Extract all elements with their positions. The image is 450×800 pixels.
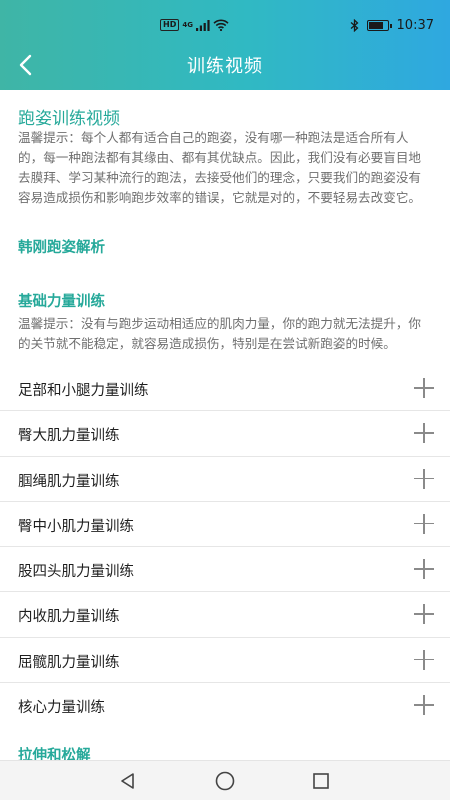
network-indicators: HD 4G [160, 19, 229, 31]
list-item[interactable]: 股四头肌力量训练 [0, 547, 450, 593]
tip-strength: 温馨提示：没有与跑步运动相适应的肌肉力量，你的跑力就无法提升，你的关节就不能稳定… [18, 316, 421, 351]
list-item[interactable]: 屈髋肌力量训练 [0, 638, 450, 684]
list-item-label: 屈髋肌力量训练 [18, 654, 120, 671]
hangang-analysis-link[interactable]: 韩刚跑姿解析 [18, 236, 105, 257]
nav-recent-button[interactable] [308, 769, 334, 793]
list-item[interactable]: 腘绳肌力量训练 [0, 457, 450, 502]
hd-badge: HD [160, 19, 180, 31]
status-bar: HD 4G 10:37 [0, 0, 450, 40]
battery-level [368, 22, 383, 29]
list-item-label: 股四头肌力量训练 [18, 564, 134, 581]
list-item-label: 足部和小腿力量训练 [18, 383, 149, 399]
strength-training-list: 足部和小腿力量训练 臀大肌力量训练 腘绳肌力量训练 臀中小肌力量训练 股四头肌力… [0, 366, 450, 728]
battery-icon [366, 20, 392, 31]
signal-icon [195, 19, 210, 31]
network-type: 4G [182, 21, 193, 29]
plus-icon[interactable] [414, 695, 434, 716]
plus-icon[interactable] [414, 423, 434, 444]
system-nav-bar [0, 760, 450, 800]
list-item[interactable]: 内收肌力量训练 [0, 592, 450, 638]
plus-icon[interactable] [414, 559, 434, 580]
list-item-label: 腘绳肌力量训练 [18, 473, 120, 490]
list-item-label: 内收肌力量训练 [18, 609, 120, 626]
plus-icon[interactable] [414, 378, 434, 398]
back-triangle-icon [121, 773, 134, 789]
list-item[interactable]: 足部和小腿力量训练 [0, 366, 450, 412]
list-item-label: 臀中小肌力量训练 [18, 518, 134, 535]
status-right: 10:37 [350, 18, 434, 33]
plus-icon[interactable] [414, 513, 434, 534]
wifi-icon [213, 19, 229, 31]
list-item[interactable]: 核心力量训练 [0, 683, 450, 728]
list-item[interactable]: 臀中小肌力量训练 [0, 502, 450, 548]
header-bar: 训练视频 [0, 40, 450, 90]
nav-back-button[interactable] [115, 769, 141, 793]
clock: 10:37 [396, 18, 434, 33]
bluetooth-icon [350, 19, 359, 32]
list-item-label: 臀大肌力量训练 [18, 428, 120, 445]
section-title-running: 跑姿训练视频 [18, 109, 120, 129]
recent-square-icon [313, 773, 329, 789]
section-title-strength: 基础力量训练 [18, 294, 105, 310]
plus-icon[interactable] [414, 604, 434, 625]
page-title: 训练视频 [187, 56, 263, 77]
plus-icon[interactable] [414, 468, 434, 489]
section-title-stretch: 拉伸和松解 [18, 748, 91, 760]
nav-home-button[interactable] [212, 769, 238, 793]
tip-running: 温馨提示：每个人都有适合自己的跑姿，没有哪一种跑法是适合所有人的，每一种跑法都有… [18, 130, 421, 205]
plus-icon[interactable] [414, 649, 434, 670]
home-circle-icon [215, 771, 235, 791]
list-item[interactable]: 臀大肌力量训练 [0, 411, 450, 457]
list-item-label: 核心力量训练 [18, 700, 105, 717]
content-scroll[interactable]: 跑姿训练视频 温馨提示：每个人都有适合自己的跑姿，没有哪一种跑法是适合所有人的，… [0, 90, 450, 760]
